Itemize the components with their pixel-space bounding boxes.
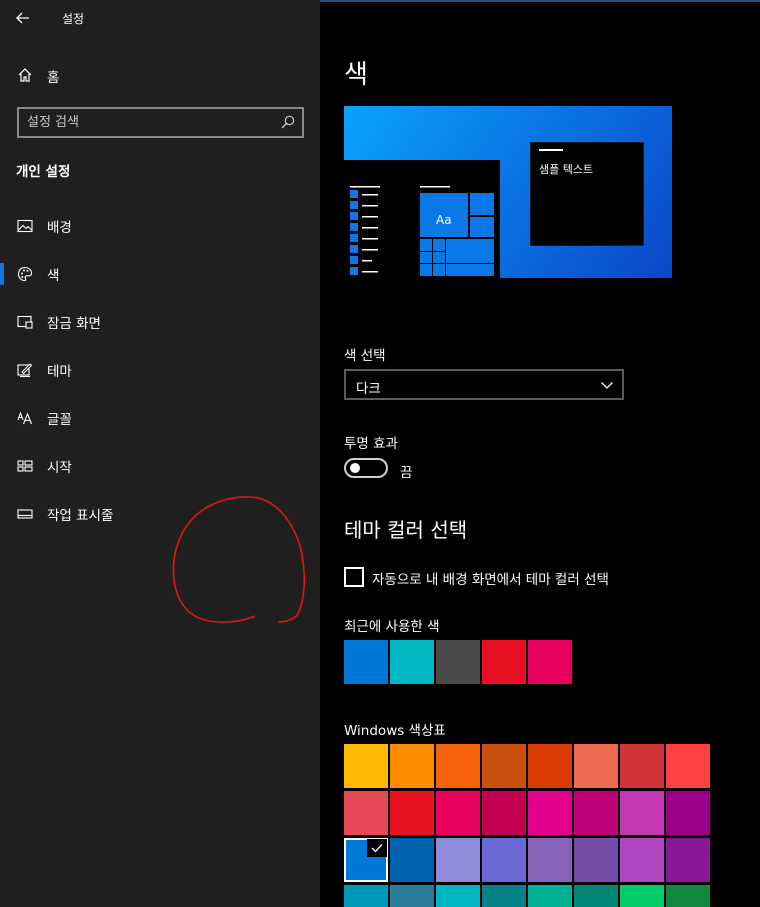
color-mode-value: 다크 <box>356 381 381 397</box>
theme-icon <box>16 361 34 379</box>
home-icon <box>16 66 34 84</box>
recent-color-swatch[interactable] <box>344 640 388 684</box>
active-indicator <box>0 263 4 285</box>
accent-section-title: 테마 컬러 선택 <box>344 518 468 542</box>
palette-color-swatch[interactable] <box>528 744 572 788</box>
palette-color-swatch[interactable] <box>528 791 572 835</box>
taskbar-icon <box>16 505 34 523</box>
sidebar-item-themes[interactable]: 테마 <box>0 350 320 390</box>
recent-color-swatch[interactable] <box>528 640 572 684</box>
preview-start-menu: Aa <box>344 160 500 278</box>
palette-color-swatch[interactable] <box>390 838 434 882</box>
sidebar-item-fonts[interactable]: 글꼴 <box>0 398 320 438</box>
transparency-label: 투명 효과 <box>344 436 398 452</box>
app-title: 설정 <box>62 12 85 26</box>
palette-color-swatch[interactable] <box>344 744 388 788</box>
palette-color-swatch[interactable] <box>574 744 618 788</box>
palette-icon <box>16 265 34 283</box>
palette-color-swatch[interactable] <box>620 744 664 788</box>
sidebar-item-label: 홈 <box>47 70 60 86</box>
palette-color-swatch[interactable] <box>344 791 388 835</box>
preview-window: 샘플 텍스트 <box>530 142 644 246</box>
back-arrow-icon <box>16 12 29 24</box>
palette-color-swatch[interactable] <box>620 838 664 882</box>
transparency-toggle[interactable] <box>344 458 388 478</box>
section-title: 개인 설정 <box>16 164 71 180</box>
palette-color-swatch[interactable] <box>666 885 710 907</box>
start-icon <box>16 457 34 475</box>
main-content: 색 Aa 샘플 텍스트 색 선택 다크 투명 효과 끔 테마 컬러 선택 자동으… <box>320 2 760 907</box>
palette-color-swatch[interactable] <box>436 838 480 882</box>
color-preview: Aa 샘플 텍스트 <box>344 106 672 278</box>
toggle-knob <box>350 463 360 473</box>
palette-label: Windows 색상표 <box>344 723 446 739</box>
color-mode-dropdown[interactable]: 다크 <box>344 369 624 400</box>
palette-color-swatch[interactable] <box>482 791 526 835</box>
palette-color-swatch[interactable] <box>620 885 664 907</box>
palette-color-swatch[interactable] <box>344 885 388 907</box>
palette-color-swatch[interactable] <box>666 838 710 882</box>
page-title: 색 <box>344 60 368 90</box>
sidebar-item-label: 테마 <box>47 364 72 380</box>
sidebar-item-label: 색 <box>47 268 60 284</box>
recent-colors-label: 최근에 사용한 색 <box>344 619 440 635</box>
palette-color-swatch[interactable] <box>666 791 710 835</box>
sidebar-item-start[interactable]: 시작 <box>0 446 320 486</box>
palette-color-swatch[interactable] <box>390 791 434 835</box>
sidebar-item-label: 작업 표시줄 <box>47 508 114 524</box>
sidebar-item-lock-screen[interactable]: 잠금 화면 <box>0 302 320 342</box>
palette-color-swatch[interactable] <box>344 838 388 882</box>
recent-color-swatch[interactable] <box>390 640 434 684</box>
palette-color-swatch[interactable] <box>436 791 480 835</box>
palette-color-swatch[interactable] <box>528 838 572 882</box>
palette-color-swatch[interactable] <box>574 838 618 882</box>
auto-accent-checkbox[interactable] <box>344 567 364 587</box>
palette-color-swatch[interactable] <box>390 744 434 788</box>
search-box[interactable] <box>17 107 304 138</box>
search-icon[interactable] <box>280 114 296 130</box>
palette-color-swatch[interactable] <box>482 885 526 907</box>
sidebar-item-label: 글꼴 <box>47 412 72 428</box>
palette-color-swatch[interactable] <box>390 885 434 907</box>
palette-color-swatch[interactable] <box>666 744 710 788</box>
sidebar-item-label: 잠금 화면 <box>47 316 101 332</box>
palette-color-swatch[interactable] <box>482 838 526 882</box>
preview-sample-text: 샘플 텍스트 <box>539 163 594 176</box>
color-mode-label: 색 선택 <box>344 348 386 364</box>
palette-color-swatch[interactable] <box>482 744 526 788</box>
palette-color-swatch[interactable] <box>436 744 480 788</box>
palette-color-swatch[interactable] <box>574 885 618 907</box>
sidebar-item-label: 시작 <box>47 460 72 476</box>
palette-color-swatch[interactable] <box>528 885 572 907</box>
palette-color-swatch[interactable] <box>436 885 480 907</box>
back-button[interactable] <box>8 4 38 32</box>
picture-icon <box>16 217 34 235</box>
color-palette <box>344 744 712 907</box>
lock-screen-icon <box>16 313 34 331</box>
preview-window-bar <box>539 149 563 151</box>
palette-color-swatch[interactable] <box>620 791 664 835</box>
recent-color-swatch[interactable] <box>436 640 480 684</box>
sidebar-item-taskbar[interactable]: 작업 표시줄 <box>0 494 320 534</box>
sidebar: 설정 홈 개인 설정 배경 색 잠금 화면 테마 <box>0 0 320 907</box>
preview-tile-text: Aa <box>436 213 452 227</box>
search-input[interactable] <box>27 113 277 132</box>
sidebar-item-home[interactable]: 홈 <box>0 58 320 92</box>
transparency-state: 끔 <box>400 465 413 481</box>
chevron-down-icon <box>601 382 613 389</box>
sidebar-item-background[interactable]: 배경 <box>0 206 320 246</box>
recent-color-swatch[interactable] <box>482 640 526 684</box>
font-icon <box>16 409 34 427</box>
checkmark-icon <box>367 839 387 857</box>
sidebar-item-colors[interactable]: 색 <box>0 254 320 294</box>
auto-accent-label[interactable]: 자동으로 내 배경 화면에서 테마 컬러 선택 <box>372 568 609 588</box>
sidebar-item-label: 배경 <box>47 220 72 236</box>
palette-color-swatch[interactable] <box>574 791 618 835</box>
title-bar: 설정 <box>0 2 320 34</box>
